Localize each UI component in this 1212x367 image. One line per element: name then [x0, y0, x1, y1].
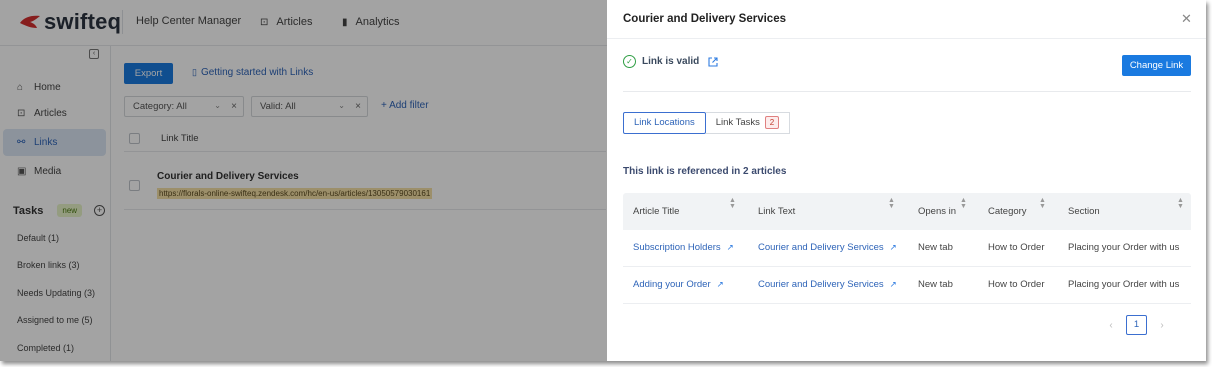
section-value: Placing your Order with us [1068, 279, 1180, 290]
link-text: Courier and Delivery Services [758, 279, 884, 290]
link-status: ✓ Link is valid [623, 55, 718, 68]
screenshot-frame: swifteq Help Center Manager ⊡ Articles ▮… [0, 0, 1206, 361]
category-value: How to Order [988, 279, 1045, 290]
pagination: ‹ 1 › [1102, 315, 1171, 335]
article-title-link[interactable]: Subscription Holders ↗ [633, 242, 734, 253]
drawer-tabs: Link Locations Link Tasks 2 [623, 112, 790, 134]
change-link-button[interactable]: Change Link [1122, 55, 1191, 76]
column-header-link-text[interactable]: Link Text [758, 206, 795, 217]
opens-in-value: New tab [918, 279, 953, 290]
external-link-icon[interactable] [708, 56, 718, 67]
column-header-article-title[interactable]: Article Title [633, 206, 679, 217]
column-label: Article Title [633, 206, 680, 217]
column-header-opens-in[interactable]: Opens in [918, 206, 956, 217]
tab-link-tasks[interactable]: Link Tasks 2 [705, 112, 790, 134]
header-divider [607, 38, 1206, 39]
table-row: Adding your Order ↗ Courier and Delivery … [623, 267, 1191, 304]
column-header-category[interactable]: Category [988, 206, 1027, 217]
link-text: Courier and Delivery Services [758, 242, 884, 253]
task-count-badge: 2 [764, 116, 779, 129]
link-status-text: Link is valid [642, 56, 700, 67]
tab-label: Link Tasks [715, 117, 760, 128]
section-value: Placing your Order with us [1068, 242, 1180, 253]
reference-count-text: This link is referenced in 2 articles [623, 166, 787, 177]
tab-label: Link Locations [634, 117, 695, 128]
article-title-link[interactable]: Adding your Order ↗ [633, 279, 724, 290]
link-detail-drawer: Courier and Delivery Services ✕ ✓ Link i… [607, 0, 1206, 361]
column-header-section[interactable]: Section [1068, 206, 1100, 217]
section-divider [623, 91, 1191, 92]
close-icon[interactable]: ✕ [1181, 11, 1192, 27]
column-label: Category [988, 206, 1027, 217]
link-locations-table: Article Title ▲ ▼ Link Text ▲ ▼ Opens in ▲… [623, 193, 1191, 304]
article-title: Subscription Holders [633, 242, 721, 253]
tab-link-locations[interactable]: Link Locations [623, 112, 706, 134]
modal-overlay[interactable] [0, 0, 607, 361]
chevron-right-icon[interactable]: › [1153, 320, 1171, 331]
table-row: Subscription Holders ↗ Courier and Delive… [623, 230, 1191, 267]
column-label: Link Text [758, 206, 796, 217]
page-button[interactable]: 1 [1126, 315, 1147, 335]
external-link-icon[interactable]: ↗ [717, 279, 724, 289]
column-label: Opens in [918, 206, 957, 217]
external-link-icon[interactable]: ↗ [890, 242, 897, 252]
chevron-left-icon[interactable]: ‹ [1102, 320, 1120, 331]
article-title: Adding your Order [633, 279, 711, 290]
check-circle-icon: ✓ [623, 55, 636, 68]
external-link-icon[interactable]: ↗ [890, 279, 897, 289]
link-text-link[interactable]: Courier and Delivery Services ↗ [758, 242, 897, 253]
drawer-title: Courier and Delivery Services [623, 13, 786, 25]
link-text-link[interactable]: Courier and Delivery Services ↗ [758, 279, 897, 290]
category-value: How to Order [988, 242, 1045, 253]
opens-in-value: New tab [918, 242, 953, 253]
table-header: Article Title ▲ ▼ Link Text ▲ ▼ Opens in ▲… [623, 193, 1191, 230]
column-label: Section [1068, 206, 1100, 217]
external-link-icon[interactable]: ↗ [727, 242, 734, 252]
